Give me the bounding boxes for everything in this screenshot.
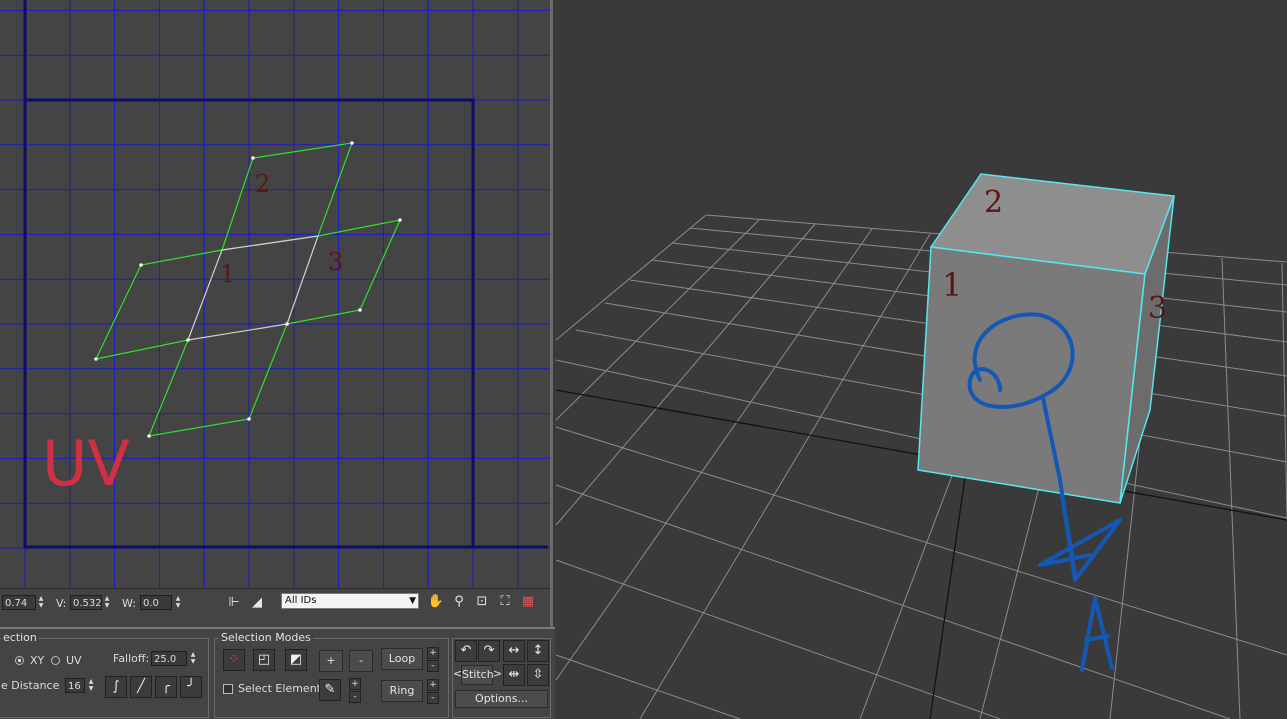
u-spinner[interactable]: ▲ ▼ (37, 595, 45, 610)
grow-selection-button[interactable]: + (319, 650, 343, 672)
paint-grow-button[interactable]: + (349, 678, 361, 690)
loop-button[interactable]: Loop (381, 648, 423, 670)
viewport-face-label-2: 2 (984, 185, 1003, 220)
chevron-down-icon: ▼ (409, 596, 416, 606)
checker-toggle-icon[interactable]: ▦ (519, 593, 537, 611)
w-value-field[interactable]: 0.0 (140, 595, 172, 610)
uv-face-label-2: 2 (255, 170, 270, 198)
uv-radio-label: UV (66, 654, 82, 667)
falloff-fast-icon[interactable]: ╯ (180, 676, 202, 698)
w-spinner[interactable]: ▲ ▼ (174, 595, 182, 610)
edge-mode-icon[interactable]: ◰ (253, 649, 275, 671)
falloff-label: Falloff: (113, 652, 150, 665)
ring-shrink-button[interactable]: - (427, 692, 439, 704)
id-filter-dropdown[interactable]: All IDs ▼ (281, 593, 419, 609)
ring-button[interactable]: Ring (381, 680, 423, 702)
lock-icon[interactable]: ⊩ (225, 594, 243, 612)
viewport-face-label-1: 1 (942, 266, 962, 304)
stitch-button[interactable]: Stitch (461, 665, 494, 685)
v-spinner[interactable]: ▲ ▼ (103, 595, 111, 610)
w-label: W: (122, 597, 136, 610)
v-value-field[interactable]: 0.532 (70, 595, 102, 610)
falloff-slow-icon[interactable]: ╭ (155, 676, 177, 698)
soft-selection-group: ection XY UV Falloff: 25.0 ▲ ▼ e Distance… (0, 631, 209, 718)
u-value-field[interactable]: 0.74 (2, 595, 36, 610)
rotate-ccw-icon[interactable]: ↶ (455, 640, 477, 662)
v-label: V: (56, 597, 67, 610)
falloff-spinner[interactable]: ▲ ▼ (189, 651, 197, 666)
rotate-cw-icon[interactable]: ↷ (478, 640, 500, 662)
uv-editor-window: 2 1 3 UV 0.74 ▲ ▼ V: 0.532 ▲ ▼ W: 0.0 ▲ ▼ ⊩… (0, 0, 553, 627)
xy-radio[interactable] (15, 656, 24, 665)
edit-tools-group: ↶ ↷ ↔ ↕ < Stitch > ⇹ ⇳ Options... (452, 638, 551, 718)
pan-hand-icon[interactable]: ✋ (427, 593, 445, 611)
uv-radio[interactable] (51, 656, 60, 665)
uv-face-label-3: 3 (328, 248, 343, 276)
stitch-left-button[interactable]: < (453, 665, 462, 685)
selection-modes-group: Selection Modes ⁘ ◰ ◩ + - Loop + - Selec… (214, 631, 449, 718)
stretch-vertical-icon[interactable]: ⇳ (527, 664, 549, 686)
uv-handwritten-label: UV (42, 427, 130, 500)
cube-object[interactable] (917, 173, 1176, 504)
ring-grow-button[interactable]: + (427, 679, 439, 691)
shrink-selection-button[interactable]: - (349, 650, 373, 672)
selection-modes-title: Selection Modes (219, 631, 313, 644)
viewport-face-label-3: 3 (1148, 291, 1167, 326)
pick-icon[interactable]: ◢ (248, 594, 266, 612)
select-element-label: Select Element (238, 682, 321, 695)
loop-shrink-button[interactable]: - (427, 660, 439, 672)
edge-distance-label: e Distance (1, 679, 60, 692)
stretch-horizontal-icon[interactable]: ⇹ (503, 664, 525, 686)
polygon-mode-icon[interactable]: ◩ (285, 649, 307, 671)
uv-tools-panel: ection XY UV Falloff: 25.0 ▲ ▼ e Distance… (0, 627, 555, 719)
options-button[interactable]: Options... (455, 690, 548, 708)
mirror-vertical-icon[interactable]: ↕ (527, 640, 549, 662)
stitch-right-button[interactable]: > (493, 665, 502, 685)
zoom-icon[interactable]: ⚲ (450, 593, 468, 611)
falloff-smooth-icon[interactable]: ∫ (105, 676, 127, 698)
zoom-extents-icon[interactable]: ⛶ (496, 593, 514, 611)
falloff-linear-icon[interactable]: ╱ (130, 676, 152, 698)
id-filter-value: All IDs (285, 595, 317, 606)
edge-distance-field[interactable]: 16 (65, 678, 85, 693)
soft-selection-title: ection (1, 631, 39, 644)
select-element-checkbox[interactable] (223, 684, 233, 694)
zoom-region-icon[interactable]: ⊡ (473, 593, 491, 611)
loop-grow-button[interactable]: + (427, 647, 439, 659)
vertex-mode-icon[interactable]: ⁘ (223, 649, 245, 671)
paint-select-icon[interactable]: ✎ (319, 679, 341, 701)
falloff-field[interactable]: 25.0 (151, 651, 187, 666)
xy-label: XY (30, 654, 45, 667)
uv-face-label-1: 1 (220, 260, 235, 288)
mirror-horizontal-icon[interactable]: ↔ (503, 640, 525, 662)
uv-canvas[interactable]: 2 1 3 UV (0, 0, 550, 588)
paint-shrink-button[interactable]: - (349, 691, 361, 703)
edge-distance-spinner[interactable]: ▲ ▼ (87, 678, 95, 693)
